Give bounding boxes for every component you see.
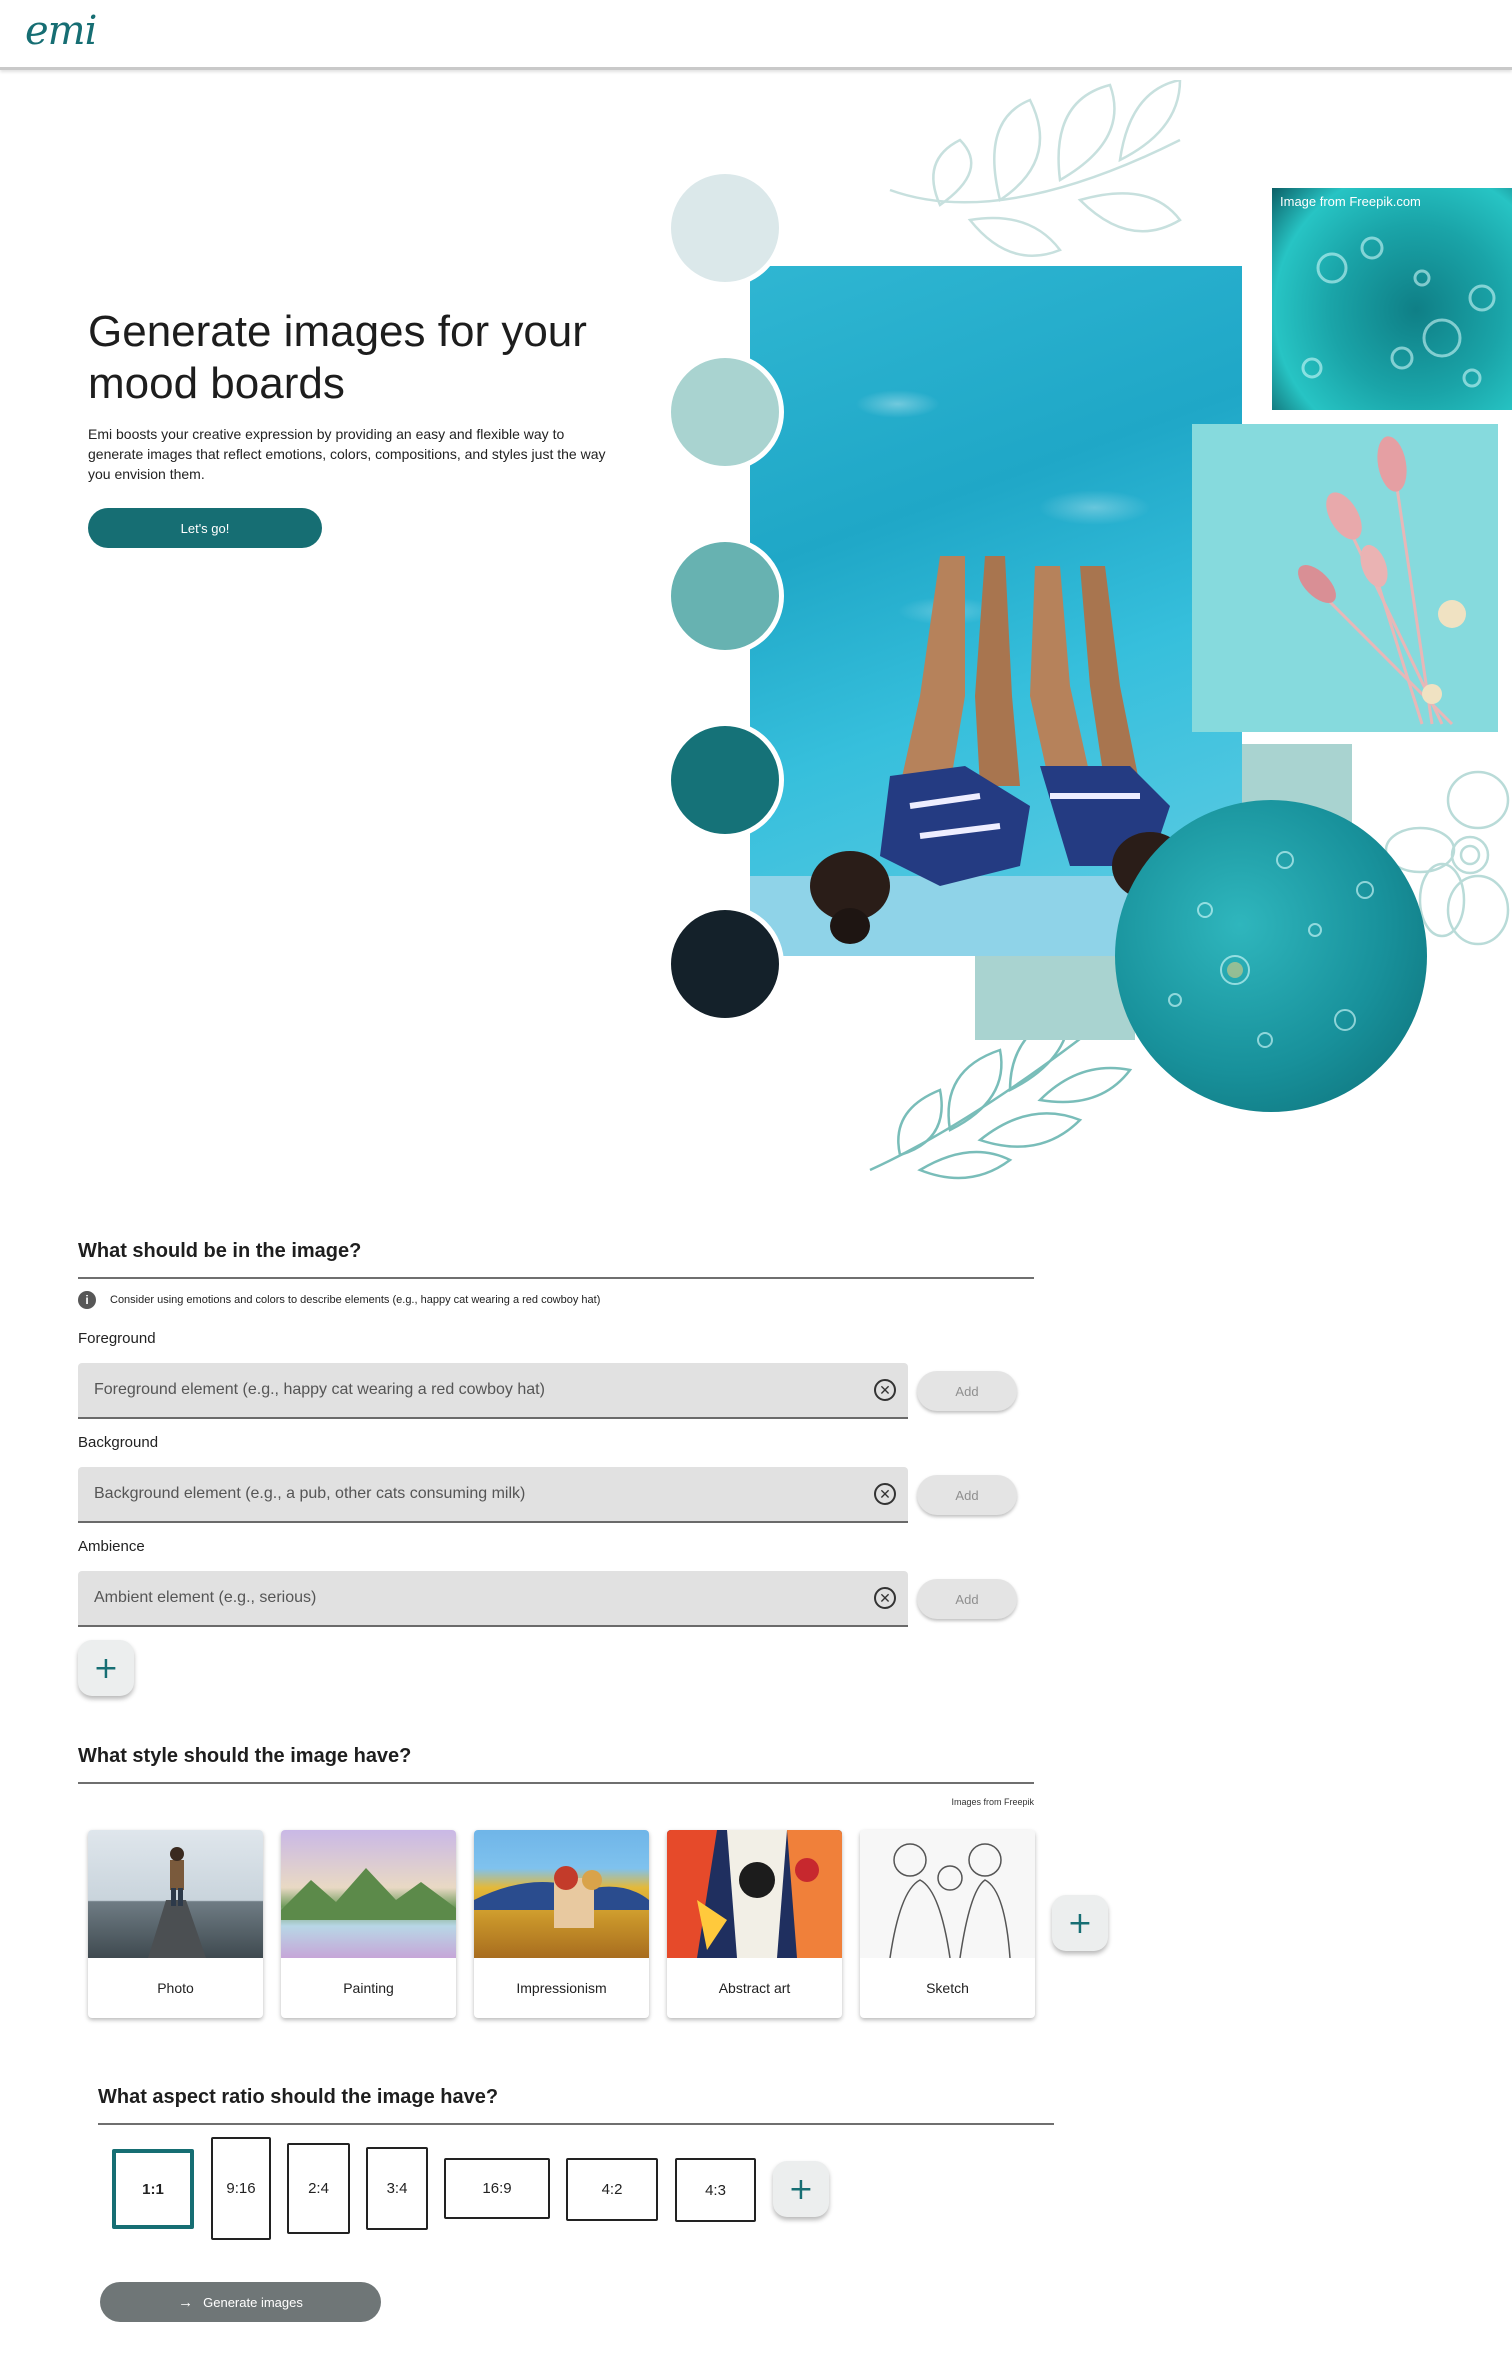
foreground-label: Foreground <box>78 1330 156 1347</box>
water-droplets-image <box>1115 800 1427 1112</box>
image-credit: Image from Freepik.com <box>1280 194 1421 209</box>
palette-swatch-1[interactable] <box>666 169 784 287</box>
add-style-button[interactable]: + <box>1052 1895 1108 1951</box>
ratio-3-4[interactable]: 3:4 <box>366 2147 428 2230</box>
ratio-9-16[interactable]: 9:16 <box>211 2137 271 2240</box>
ratio-4-2[interactable]: 4:2 <box>566 2158 658 2221</box>
arrow-right-icon: → <box>178 2293 194 2311</box>
palette-swatch-2[interactable] <box>666 353 784 471</box>
style-label: Abstract art <box>718 1980 791 1996</box>
ratio-16-9[interactable]: 16:9 <box>444 2158 550 2219</box>
clear-icon[interactable]: ✕ <box>874 1587 896 1609</box>
ambience-input[interactable] <box>78 1571 858 1625</box>
palette-swatch-4[interactable] <box>666 721 784 839</box>
background-input[interactable] <box>78 1467 858 1521</box>
style-label: Painting <box>343 1980 394 1996</box>
add-ratio-button[interactable]: + <box>773 2161 829 2217</box>
mood-board-collage: Image from Freepik.com <box>640 80 1512 1190</box>
info-icon: i <box>78 1291 96 1309</box>
emi-logo[interactable]: emi <box>25 8 97 54</box>
style-card-abstract-art[interactable]: Abstract art <box>667 1830 842 2018</box>
bubbles-image: Image from Freepik.com <box>1272 188 1512 410</box>
style-images-credit: Images from Freepik <box>951 1797 1034 1807</box>
photo-style-thumbnail <box>88 1830 263 1958</box>
style-section-title: What style should the image have? <box>78 1745 412 1767</box>
style-card-photo[interactable]: Photo <box>88 1830 263 2018</box>
hero-title: Generate images for your mood boards <box>88 307 587 408</box>
ratio-4-3[interactable]: 4:3 <box>675 2158 756 2222</box>
content-section-title: What should be in the image? <box>78 1240 362 1262</box>
palette-swatch-5[interactable] <box>666 905 784 1023</box>
clear-icon[interactable]: ✕ <box>874 1483 896 1505</box>
dried-flowers-image <box>1192 424 1498 732</box>
style-card-sketch[interactable]: Sketch <box>860 1830 1035 2018</box>
style-card-impressionism[interactable]: Impressionism <box>474 1830 649 2018</box>
ambience-field: ✕ <box>78 1571 908 1627</box>
aspect-section-title: What aspect ratio should the image have? <box>98 2086 499 2108</box>
lets-go-button[interactable]: Let's go! <box>88 508 322 548</box>
aspect-section-divider <box>98 2123 1054 2125</box>
leaf-illustration-icon <box>889 80 1182 257</box>
impressionism-style-thumbnail <box>474 1830 649 1958</box>
sketch-style-thumbnail <box>860 1830 1035 1958</box>
clear-icon[interactable]: ✕ <box>874 1379 896 1401</box>
ratio-1-1[interactable]: 1:1 <box>112 2149 194 2229</box>
style-section-divider <box>78 1782 1034 1784</box>
generate-images-button[interactable]: → Generate images <box>100 2282 381 2322</box>
foreground-field: ✕ <box>78 1363 908 1419</box>
content-section-divider <box>78 1277 1034 1279</box>
add-background-button[interactable]: Add <box>917 1475 1017 1515</box>
hero-description: Emi boosts your creative expression by p… <box>88 426 606 482</box>
add-foreground-button[interactable]: Add <box>917 1371 1017 1411</box>
style-label: Photo <box>157 1980 194 1996</box>
palette-swatch-3[interactable] <box>666 537 784 655</box>
top-app-bar: emi <box>0 0 1512 70</box>
generate-images-label: Generate images <box>203 2294 303 2310</box>
foreground-input[interactable] <box>78 1363 858 1417</box>
style-card-painting[interactable]: Painting <box>281 1830 456 2018</box>
add-field-button[interactable]: + <box>78 1640 134 1696</box>
background-label: Background <box>78 1434 159 1451</box>
hint-row: i Consider using emotions and colors to … <box>78 1291 600 1309</box>
abstract-art-style-thumbnail <box>667 1830 842 1958</box>
style-label: Sketch <box>926 1980 969 1996</box>
painting-style-thumbnail <box>281 1830 456 1958</box>
background-field: ✕ <box>78 1467 908 1523</box>
add-ambience-button[interactable]: Add <box>917 1579 1017 1619</box>
ambience-label: Ambience <box>78 1538 145 1555</box>
hint-text: Consider using emotions and colors to de… <box>110 1294 601 1306</box>
style-label: Impressionism <box>516 1980 607 1996</box>
ratio-2-4[interactable]: 2:4 <box>287 2143 350 2234</box>
